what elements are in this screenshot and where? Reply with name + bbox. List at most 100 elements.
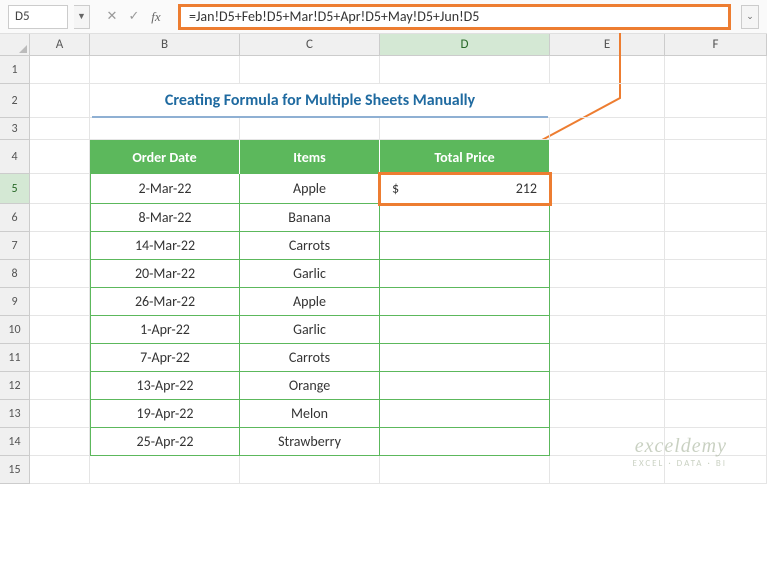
row-header-11[interactable]: 11 [0,344,30,372]
active-cell[interactable]: $ 212 [380,174,550,204]
cell[interactable] [550,316,665,344]
table-cell-item[interactable]: Apple [240,174,380,204]
table-cell-item[interactable]: Strawberry [240,428,380,456]
cell[interactable] [30,174,90,204]
col-header-D[interactable]: D [380,34,550,55]
cell[interactable] [90,456,240,484]
cell[interactable] [30,84,90,118]
cell[interactable] [550,232,665,260]
cell[interactable] [30,372,90,400]
enter-icon[interactable]: ✓ [124,7,144,27]
cell[interactable] [30,232,90,260]
cell[interactable] [665,400,767,428]
cell[interactable] [665,56,767,84]
row-header-8[interactable]: 8 [0,260,30,288]
cell[interactable] [240,56,380,84]
table-cell-item[interactable]: Orange [240,372,380,400]
row-header-10[interactable]: 10 [0,316,30,344]
cancel-icon[interactable]: ✕ [102,7,122,27]
cell[interactable] [30,56,90,84]
cell[interactable] [90,56,240,84]
table-cell-item[interactable]: Apple [240,288,380,316]
cell[interactable] [30,288,90,316]
table-cell-item[interactable]: Carrots [240,344,380,372]
col-header-B[interactable]: B [90,34,240,55]
table-cell-price[interactable] [380,372,550,400]
table-header-date[interactable]: Order Date [90,140,240,174]
table-cell-date[interactable]: 26-Mar-22 [90,288,240,316]
row-header-4[interactable]: 4 [0,140,30,174]
table-cell-price[interactable] [380,260,550,288]
cell[interactable] [665,174,767,204]
cell[interactable] [665,232,767,260]
cell[interactable] [550,260,665,288]
table-cell-date[interactable]: 19-Apr-22 [90,400,240,428]
row-header-13[interactable]: 13 [0,400,30,428]
row-header-1[interactable]: 1 [0,56,30,84]
cell[interactable] [665,260,767,288]
table-cell-price[interactable] [380,400,550,428]
cell[interactable] [665,372,767,400]
cell[interactable] [30,428,90,456]
cell[interactable] [665,316,767,344]
table-cell-date[interactable]: 25-Apr-22 [90,428,240,456]
table-cell-price[interactable] [380,428,550,456]
cell[interactable] [550,400,665,428]
table-header-items[interactable]: Items [240,140,380,174]
table-cell-date[interactable]: 20-Mar-22 [90,260,240,288]
table-cell-date[interactable]: 14-Mar-22 [90,232,240,260]
formula-input[interactable]: =Jan!D5+Feb!D5+Mar!D5+Apr!D5+May!D5+Jun!… [178,4,731,30]
table-cell-date[interactable]: 8-Mar-22 [90,204,240,232]
cell[interactable] [550,204,665,232]
cell[interactable] [665,84,767,118]
cell[interactable] [30,118,90,140]
row-header-15[interactable]: 15 [0,456,30,484]
cell[interactable] [30,204,90,232]
row-header-5[interactable]: 5 [0,174,30,204]
cell[interactable] [30,316,90,344]
cell[interactable] [550,344,665,372]
row-header-6[interactable]: 6 [0,204,30,232]
table-cell-price[interactable] [380,344,550,372]
cell[interactable] [550,140,665,174]
select-all-corner[interactable] [0,34,30,55]
cell[interactable] [550,372,665,400]
cell[interactable] [665,140,767,174]
table-cell-item[interactable]: Carrots [240,232,380,260]
cell[interactable] [380,118,550,140]
cell[interactable] [30,456,90,484]
cell[interactable] [550,118,665,140]
name-box[interactable]: D5 [8,5,68,29]
cell[interactable] [665,118,767,140]
expand-formula-bar-icon[interactable]: ⌄ [741,5,759,29]
table-cell-date[interactable]: 2-Mar-22 [90,174,240,204]
cell[interactable] [240,456,380,484]
cell[interactable] [550,84,665,118]
table-cell-item[interactable]: Melon [240,400,380,428]
cell[interactable] [550,288,665,316]
cell[interactable] [550,174,665,204]
col-header-C[interactable]: C [240,34,380,55]
cell[interactable] [550,56,665,84]
table-cell-price[interactable] [380,204,550,232]
cell[interactable] [380,456,550,484]
row-header-3[interactable]: 3 [0,118,30,140]
cell[interactable] [30,140,90,174]
table-cell-date[interactable]: 1-Apr-22 [90,316,240,344]
cell[interactable] [665,204,767,232]
table-cell-item[interactable]: Garlic [240,316,380,344]
fx-icon[interactable]: fx [146,7,166,27]
col-header-F[interactable]: F [665,34,767,55]
table-cell-price[interactable] [380,288,550,316]
cell[interactable] [30,400,90,428]
row-header-2[interactable]: 2 [0,84,30,118]
cell[interactable] [665,344,767,372]
cell[interactable] [380,56,550,84]
cell[interactable] [90,118,240,140]
col-header-A[interactable]: A [30,34,90,55]
table-cell-item[interactable]: Banana [240,204,380,232]
row-header-7[interactable]: 7 [0,232,30,260]
row-header-12[interactable]: 12 [0,372,30,400]
table-cell-price[interactable] [380,232,550,260]
table-cell-date[interactable]: 7-Apr-22 [90,344,240,372]
